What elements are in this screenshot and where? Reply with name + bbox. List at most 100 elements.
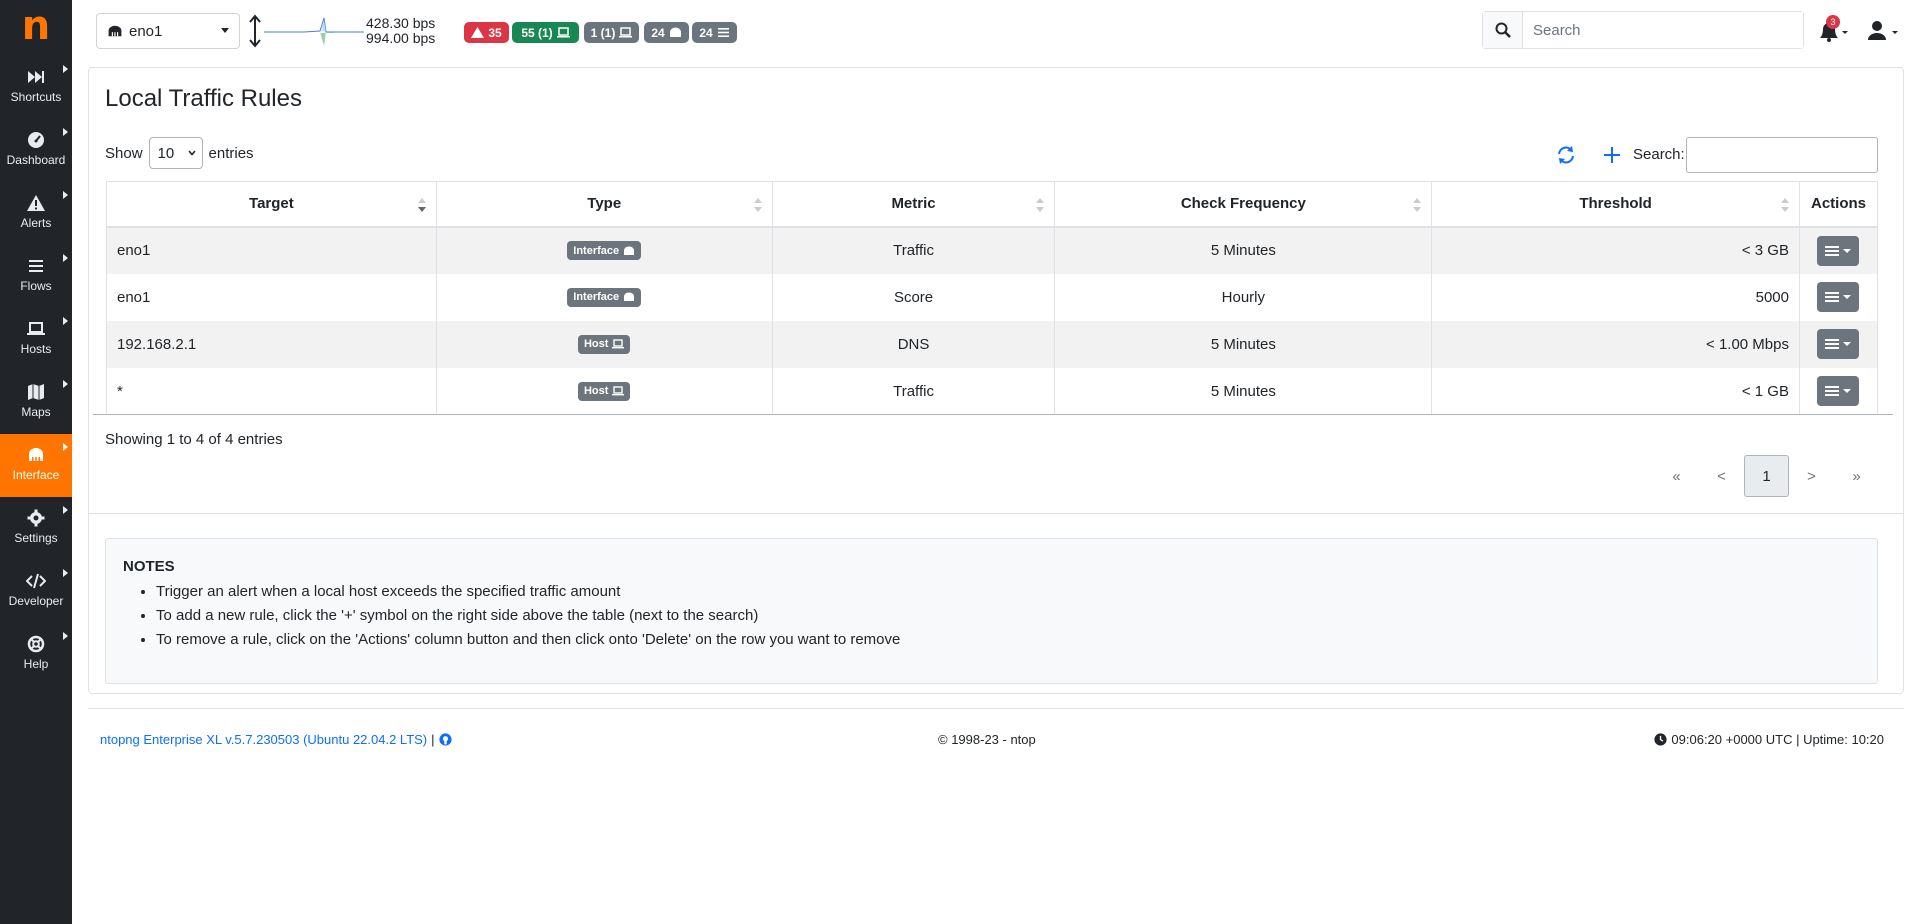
add-rule-icon[interactable]	[1601, 144, 1623, 166]
logo-text: n	[21, 3, 51, 49]
column-header-threshold[interactable]: Threshold	[1431, 181, 1800, 228]
actions-dropdown-button[interactable]	[1817, 282, 1860, 312]
column-header-metric[interactable]: Metric	[771, 181, 1055, 228]
fast-forward-icon	[28, 71, 44, 83]
flows-badge[interactable]: 24	[692, 22, 737, 43]
pagination-next[interactable]: >	[1789, 455, 1834, 497]
pagination-page-1[interactable]: 1	[1744, 455, 1789, 497]
sidebar-item-hosts[interactable]: Hosts	[0, 308, 72, 371]
footer-version: ntopng Enterprise XL v.5.7.230503 (Ubunt…	[100, 732, 452, 747]
pagination-previous[interactable]: <	[1699, 455, 1744, 497]
interface-select-value: eno1	[129, 22, 163, 40]
interface-select[interactable]: eno1	[96, 13, 240, 49]
table-info: Showing 1 to 4 of 4 entries	[105, 431, 283, 448]
sidebar-item-settings[interactable]: Settings	[0, 497, 72, 560]
cell-frequency: 5 Minutes	[1054, 320, 1432, 368]
page-length-control: Show 10 entries	[105, 137, 254, 169]
type-tag-label: Interface	[573, 291, 620, 304]
remote-hosts-badge[interactable]: 1 (1)	[584, 22, 639, 43]
show-label: Show	[105, 144, 143, 162]
chevron-down-icon	[187, 150, 196, 156]
user-menu-button[interactable]	[1866, 18, 1902, 44]
cell-type: Host	[435, 367, 773, 415]
sidebar-item-label: Hosts	[20, 342, 52, 356]
footer-clock: 09:06:20 +0000 UTC | Uptime: 10:20	[1654, 732, 1884, 747]
ethernet-icon	[624, 292, 635, 302]
cell-actions	[1798, 367, 1879, 415]
column-label: Metric	[891, 195, 936, 213]
ethernet-icon	[669, 27, 681, 37]
local-hosts-badge[interactable]: 55 (1)	[512, 22, 579, 43]
life-ring-icon	[27, 635, 45, 653]
version-link[interactable]: ntopng Enterprise XL v.5.7.230503 (Ubunt…	[100, 732, 427, 747]
notification-badge: 3	[1826, 15, 1840, 29]
column-header-target[interactable]: Target	[106, 181, 437, 228]
table-header-row: Target Type Metric Check Frequency Thres…	[106, 181, 1879, 228]
cell-frequency: 5 Minutes	[1054, 367, 1432, 415]
cell-actions	[1798, 226, 1879, 274]
alerts-count: 35	[488, 25, 502, 40]
ntopng-logo[interactable]: n	[0, 0, 72, 60]
actions-dropdown-button[interactable]	[1817, 376, 1860, 406]
sidebar-item-maps[interactable]: Maps	[0, 371, 72, 434]
global-search	[1482, 11, 1804, 49]
search-input[interactable]	[1523, 12, 1803, 48]
sort-icon	[1036, 198, 1045, 212]
caret-right-icon	[63, 632, 68, 640]
entries-label: entries	[208, 144, 254, 162]
server-time-uptime: 09:06:20 +0000 UTC | Uptime: 10:20	[1671, 732, 1884, 747]
column-label: Check Frequency	[1180, 195, 1306, 213]
sidebar-item-flows[interactable]: Flows	[0, 245, 72, 308]
note-item: To add a new rule, click the '+' symbol …	[156, 604, 1860, 628]
sidebar-item-help[interactable]: Help	[0, 623, 72, 686]
caret-right-icon	[63, 65, 68, 73]
sidebar-item-label: Maps	[21, 405, 51, 419]
column-header-type[interactable]: Type	[435, 181, 773, 228]
actions-dropdown-button[interactable]	[1817, 329, 1860, 359]
devices-badge[interactable]: 24	[644, 22, 689, 43]
table-row: * Host Traffic 5 Minutes < 1 GB	[106, 367, 1879, 415]
local-hosts-count: 55 (1)	[521, 25, 553, 40]
gear-icon	[27, 509, 45, 527]
sidebar-item-shortcuts[interactable]: Shortcuts	[0, 56, 72, 119]
column-header-check-frequency[interactable]: Check Frequency	[1054, 181, 1432, 228]
sidebar-item-label: Developer	[8, 594, 64, 608]
cell-type: Interface	[435, 226, 773, 274]
type-tag-label: Interface	[573, 244, 620, 257]
caret-right-icon	[63, 443, 68, 451]
caret-down-icon	[1843, 295, 1852, 299]
table-search-input[interactable]	[1686, 137, 1878, 173]
cell-actions	[1798, 273, 1879, 321]
refresh-icon[interactable]	[1555, 144, 1577, 166]
upload-rate: 428.30 bps	[366, 15, 436, 31]
actions-dropdown-button[interactable]	[1817, 235, 1860, 266]
pagination-first[interactable]: «	[1654, 455, 1699, 497]
table-row: eno1 Interface Score Hourly 5000	[106, 273, 1879, 321]
sidebar-item-label: Interface	[12, 468, 60, 482]
sidebar-item-interface[interactable]: Interface	[0, 434, 72, 497]
sidebar-item-alerts[interactable]: Alerts	[0, 182, 72, 245]
cell-target: *	[106, 367, 437, 415]
notes-title: NOTES	[123, 558, 175, 575]
rules-table: Target Type Metric Check Frequency Thres…	[106, 181, 1879, 415]
table-row: 192.168.2.1 Host DNS 5 Minutes < 1.00 Mb…	[106, 320, 1879, 368]
footer-divider	[88, 708, 1904, 709]
sidebar-item-developer[interactable]: Developer	[0, 560, 72, 623]
search-button[interactable]	[1483, 12, 1523, 48]
cell-frequency: 5 Minutes	[1054, 226, 1432, 274]
ethernet-icon	[108, 25, 122, 37]
type-tag-label: Host	[583, 385, 609, 398]
sort-icon	[753, 198, 762, 212]
caret-right-icon	[63, 191, 68, 199]
column-label: Type	[587, 195, 622, 213]
column-label: Target	[249, 195, 294, 213]
page-title: Local Traffic Rules	[105, 85, 302, 112]
alerts-badge[interactable]: 35	[464, 22, 509, 43]
caret-down-icon	[1843, 248, 1852, 253]
page-length-select[interactable]: 10	[148, 137, 203, 169]
remote-hosts-count: 1 (1)	[590, 25, 616, 40]
code-icon	[26, 573, 46, 589]
pagination-last[interactable]: »	[1834, 455, 1879, 497]
sidebar-item-dashboard[interactable]: Dashboard	[0, 119, 72, 182]
github-icon[interactable]	[438, 733, 452, 746]
